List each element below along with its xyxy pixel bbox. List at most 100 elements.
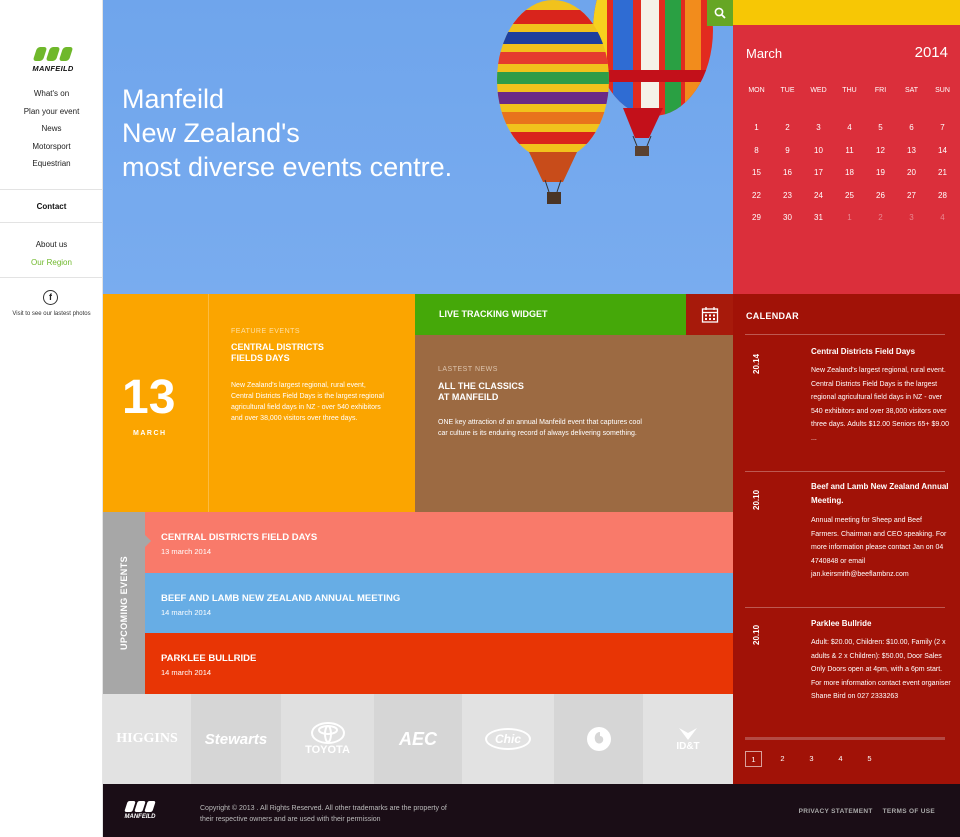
calendar-day[interactable]: 22 <box>741 185 772 208</box>
feature-title-line: FIELDS DAYS <box>231 353 290 363</box>
secondary-nav: About us Our Region <box>0 236 103 271</box>
calendar-day[interactable]: 31 <box>803 207 834 230</box>
calendar-day[interactable]: 10 <box>803 140 834 163</box>
sponsor-name: Chic <box>484 728 531 750</box>
page-link[interactable]: 1 <box>745 751 762 767</box>
event-row[interactable]: BEEF AND LAMB NEW ZEALAND ANNUAL MEETING… <box>145 573 733 634</box>
manfeild-logo[interactable]: MANFEILD <box>27 47 79 73</box>
calendar-item-title[interactable]: Parklee Bullride <box>811 617 951 631</box>
sponsor-logo-vodafone[interactable] <box>554 694 643 784</box>
calendar-day[interactable]: 1 <box>741 117 772 140</box>
event-date: 14 march 2014 <box>161 608 212 617</box>
toyota-emblem-icon <box>310 722 345 744</box>
calendar-day[interactable]: 28 <box>927 185 958 208</box>
nav-item-about-us[interactable]: About us <box>0 236 103 254</box>
calendar-item-date: 20.14 <box>752 353 761 374</box>
weekday-label: WED <box>810 87 827 94</box>
calendar-week-row: 22 23 24 25 26 27 28 <box>741 185 959 208</box>
calendar-icon <box>701 306 718 323</box>
sponsor-logo-aec[interactable]: AEC <box>374 694 462 784</box>
feature-event-panel[interactable]: 13 MARCH FEATURE EVENTS CENTRAL DISTRICT… <box>103 294 415 512</box>
sponsor-logo-idt[interactable]: ID&T <box>643 694 733 784</box>
calendar-day[interactable]: 8 <box>741 140 772 163</box>
calendar-day[interactable]: 6 <box>896 117 927 140</box>
event-title: CENTRAL DISTRICTS FIELD DAYS <box>161 532 318 543</box>
event-row[interactable]: CENTRAL DISTRICTS FIELD DAYS 13 march 20… <box>145 512 733 573</box>
event-row[interactable]: PARKLEE BULLRIDE 14 march 2014 <box>145 633 733 694</box>
page-link[interactable]: 2 <box>774 751 791 767</box>
calendar-day[interactable]: 2 <box>865 207 896 230</box>
calendar-day[interactable]: 5 <box>865 117 896 140</box>
nav-item-plan-your-event[interactable]: Plan your event <box>0 103 103 121</box>
sponsor-logo-chic[interactable]: Chic <box>462 694 554 784</box>
calendar-day[interactable]: 11 <box>834 140 865 163</box>
calendar-day[interactable]: 21 <box>927 162 958 185</box>
nav-item-whats-on[interactable]: What's on <box>0 85 103 103</box>
calendar-day[interactable]: 14 <box>927 140 958 163</box>
calendar-day[interactable]: 15 <box>741 162 772 185</box>
weekday-label: FRI <box>874 87 887 94</box>
sponsor-logo-stewarts[interactable]: Stewarts <box>191 694 281 784</box>
calendar-week-row: 1234567 <box>741 117 959 140</box>
calendar-accent-bar <box>733 0 960 25</box>
live-tracking-widget[interactable]: LIVE TRACKING WIDGET <box>415 294 686 335</box>
calendar-day[interactable]: 7 <box>927 117 958 140</box>
page-link[interactable]: 3 <box>803 751 820 767</box>
calendar-day[interactable]: 29 <box>741 207 772 230</box>
calendar-day[interactable]: 26 <box>865 185 896 208</box>
calendar-scrollbar[interactable] <box>745 737 945 740</box>
calendar-day[interactable]: 12 <box>865 140 896 163</box>
vodafone-logo-icon <box>586 727 611 751</box>
nav-item-contact[interactable]: Contact <box>0 202 103 211</box>
calendar-day[interactable]: 17 <box>803 162 834 185</box>
calendar-item-title[interactable]: Beef and Lamb New Zealand Annual Meeting… <box>811 480 951 508</box>
footer-logo[interactable]: MANFEILD <box>120 801 160 820</box>
nav-item-our-region[interactable]: Our Region <box>0 254 103 272</box>
calendar-day[interactable]: 9 <box>772 140 803 163</box>
privacy-statement-link[interactable]: PRIVACY STATEMENT <box>799 808 873 815</box>
calendar-day[interactable]: 20 <box>896 162 927 185</box>
sponsor-name: TOYOTA <box>305 744 350 756</box>
feature-month: MARCH <box>133 430 167 437</box>
nav-divider <box>0 277 103 278</box>
page-link[interactable]: 5 <box>861 751 878 767</box>
upcoming-events-tab: UPCOMING EVENTS <box>103 512 145 694</box>
calendar-day[interactable]: 24 <box>803 185 834 208</box>
calendar-day[interactable]: 18 <box>834 162 865 185</box>
calendar-item-title[interactable]: Central Districts Field Days <box>811 345 951 359</box>
calendar-day[interactable]: 30 <box>772 207 803 230</box>
weekday-label: SUN <box>935 87 950 94</box>
calendar-day[interactable]: 13 <box>896 140 927 163</box>
calendar-button[interactable] <box>686 294 733 335</box>
calendar-day[interactable]: 4 <box>834 117 865 140</box>
sponsor-strip: HIGGINS Stewarts TOYOTA AEC Chic ID&T <box>103 694 733 784</box>
weekday-label: SAT <box>904 87 919 94</box>
feature-title[interactable]: CENTRAL DISTRICTS FIELDS DAYS <box>231 342 381 364</box>
calendar-month: March <box>746 46 783 61</box>
calendar-day[interactable]: 2 <box>772 117 803 140</box>
nav-item-equestrian[interactable]: Equestrian <box>0 155 103 173</box>
latest-news-panel[interactable]: LASTEST NEWS ALL THE CLASSICS AT MANFEIL… <box>415 335 733 512</box>
calendar-day[interactable]: 23 <box>772 185 803 208</box>
search-button[interactable] <box>707 0 733 26</box>
logo-text: MANFEILD <box>32 64 74 73</box>
facebook-icon[interactable]: f <box>43 290 58 305</box>
calendar-day[interactable]: 25 <box>834 185 865 208</box>
nav-item-news[interactable]: News <box>0 120 103 138</box>
calendar-day[interactable]: 19 <box>865 162 896 185</box>
sponsor-logo-toyota[interactable]: TOYOTA <box>281 694 374 784</box>
calendar-day[interactable]: 3 <box>803 117 834 140</box>
calendar-day[interactable]: 3 <box>896 207 927 230</box>
page-link[interactable]: 4 <box>832 751 849 767</box>
news-title[interactable]: ALL THE CLASSICS AT MANFEILD <box>438 381 524 403</box>
nav-divider <box>0 222 103 223</box>
calendar-day[interactable]: 1 <box>834 207 865 230</box>
sponsor-logo-higgins[interactable]: HIGGINS <box>103 694 191 784</box>
calendar-day[interactable]: 16 <box>772 162 803 185</box>
nav-item-motorsport[interactable]: Motorsport <box>0 138 103 156</box>
hero-line: Manfeild <box>122 84 225 114</box>
terms-of-use-link[interactable]: TERMS OF USE <box>883 808 935 815</box>
calendar-day[interactable]: 4 <box>927 207 958 230</box>
calendar-day[interactable]: 27 <box>896 185 927 208</box>
footer-links: PRIVACY STATEMENT TERMS OF USE <box>799 808 935 815</box>
